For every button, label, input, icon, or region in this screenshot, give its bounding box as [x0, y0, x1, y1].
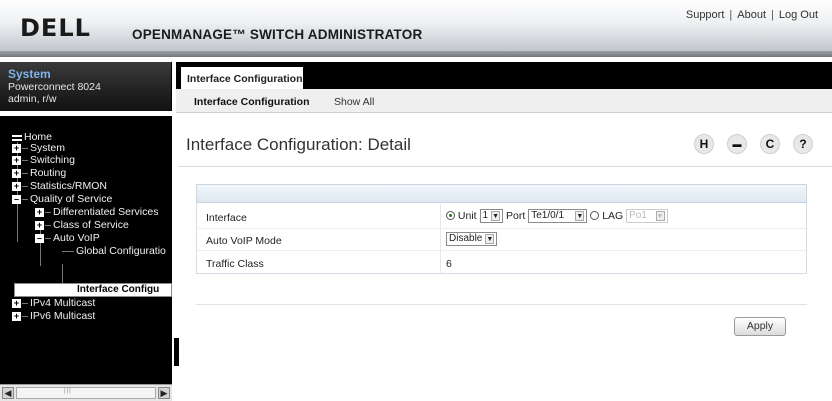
nav-global-config[interactable]: Global Configuratio: [76, 245, 166, 258]
nav-interface-config[interactable]: Interface Configu: [14, 283, 172, 297]
scroll-thumb[interactable]: [16, 387, 156, 399]
app-header: DELL OPENMANAGE™ SWITCH ADMINISTRATOR Su…: [0, 0, 832, 57]
system-info-panel: System Powerconnect 8024 admin, r/w: [0, 62, 172, 111]
refresh-icon[interactable]: C: [760, 134, 780, 154]
help-icon[interactable]: ?: [793, 134, 813, 154]
nav-routing[interactable]: Routing: [30, 167, 66, 180]
collapse-icon[interactable]: –: [12, 195, 21, 204]
support-link[interactable]: Support: [686, 9, 725, 21]
system-user: admin, r/w: [8, 93, 57, 105]
traffic-class-value: 6: [446, 258, 452, 270]
nav-diffserv[interactable]: Differentiated Services: [53, 206, 158, 219]
nav-cos[interactable]: Class of Service: [53, 219, 129, 232]
frame-resize-handle[interactable]: [174, 338, 179, 366]
nav-ipv6-multicast[interactable]: IPv6 Multicast: [30, 310, 95, 323]
port-select[interactable]: Te1/0/1 ▼: [528, 209, 588, 223]
unit-label: Unit: [457, 209, 477, 222]
collapse-icon[interactable]: –: [35, 234, 44, 243]
subtab-show-all[interactable]: Show All: [334, 96, 374, 108]
nav-scrollbar[interactable]: ◀ ||| ▶: [0, 384, 172, 401]
voip-mode-select[interactable]: Disable ▼: [446, 232, 498, 246]
chevron-down-icon: ▼: [485, 234, 495, 244]
column-divider: [440, 204, 441, 273]
nav-ipv4-multicast[interactable]: IPv4 Multicast: [30, 297, 95, 310]
system-model: Powerconnect 8024: [8, 81, 101, 93]
unit-radio[interactable]: [446, 210, 455, 220]
expand-icon[interactable]: +: [12, 169, 21, 178]
port-label: Port: [506, 209, 526, 222]
expand-icon[interactable]: +: [12, 182, 21, 191]
lag-radio[interactable]: [590, 210, 600, 220]
nav-switching[interactable]: Switching: [30, 154, 75, 167]
scroll-left-icon[interactable]: ◀: [2, 387, 14, 399]
logout-link[interactable]: Log Out: [779, 9, 818, 21]
interface-controls: Unit 1 ▼ Port Te1/0/1 ▼ LAG Po1 ▼: [446, 209, 668, 223]
top-links: Support | About | Log Out: [685, 9, 818, 21]
expand-icon[interactable]: +: [12, 312, 21, 321]
chevron-down-icon: ▼: [575, 211, 585, 221]
nav-statistics[interactable]: Statistics/RMON: [30, 180, 107, 193]
chevron-down-icon: ▼: [655, 211, 665, 221]
lag-select: Po1 ▼: [626, 209, 668, 223]
interface-label: Interface: [206, 212, 247, 224]
subtab-interface-configuration[interactable]: Interface Configuration: [194, 96, 310, 108]
title-divider: [178, 166, 832, 167]
system-title[interactable]: System: [8, 67, 163, 81]
home-icon: [12, 135, 22, 141]
nav-qos[interactable]: Quality of Service: [30, 193, 112, 206]
expand-icon[interactable]: +: [12, 156, 21, 165]
unit-select[interactable]: 1 ▼: [479, 209, 504, 223]
save-icon[interactable]: H: [694, 134, 714, 154]
tab-interface-configuration[interactable]: Interface Configuration: [180, 66, 304, 90]
form-divider: [196, 304, 807, 305]
apply-button[interactable]: Apply: [734, 317, 786, 336]
expand-icon[interactable]: +: [35, 208, 44, 217]
detail-table-header: [196, 184, 807, 203]
expand-icon[interactable]: +: [12, 299, 21, 308]
chevron-down-icon: ▼: [491, 211, 501, 221]
app-title: OPENMANAGE™ SWITCH ADMINISTRATOR: [132, 27, 423, 42]
traffic-class-label: Traffic Class: [206, 258, 264, 270]
scroll-right-icon[interactable]: ▶: [158, 387, 170, 399]
lag-label: LAG: [602, 209, 624, 222]
grip-icon: |||: [64, 388, 72, 394]
nav-tree: Home + System + Switching + Routing + St…: [0, 116, 172, 384]
nav-autovoip[interactable]: Auto VoIP: [53, 232, 100, 245]
expand-icon[interactable]: +: [12, 144, 21, 153]
voip-mode-controls: Disable ▼: [446, 232, 498, 246]
page-title: Interface Configuration: Detail: [186, 135, 411, 154]
voip-mode-label: Auto VoIP Mode: [206, 235, 282, 247]
about-link[interactable]: About: [737, 9, 766, 21]
expand-icon[interactable]: +: [35, 221, 44, 230]
print-icon[interactable]: ▬: [727, 134, 747, 154]
dell-logo: DELL: [20, 14, 91, 42]
